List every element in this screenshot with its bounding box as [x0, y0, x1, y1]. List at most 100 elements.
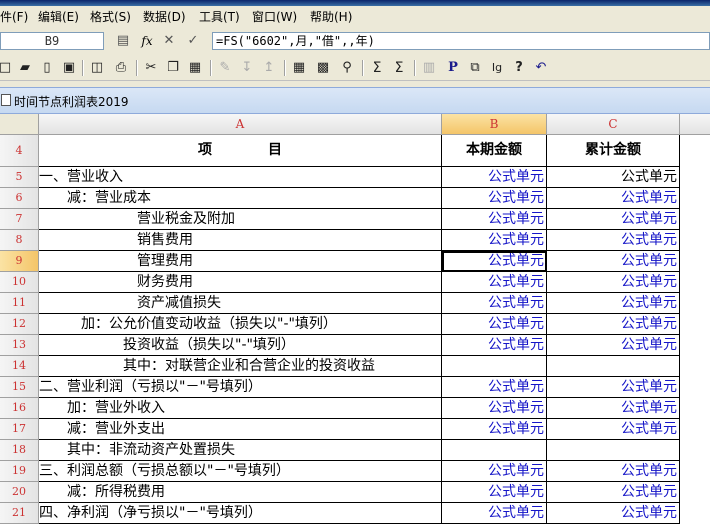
- menu-format[interactable]: 格式(S): [90, 9, 131, 25]
- item-cell[interactable]: 营业税金及附加: [39, 209, 442, 230]
- print-preview-icon[interactable]: ◫: [88, 59, 106, 77]
- menu-help[interactable]: 帮助(H): [310, 9, 352, 25]
- item-cell[interactable]: 管理费用: [39, 251, 442, 272]
- paste-icon[interactable]: ▦: [186, 59, 204, 77]
- current-amount-cell[interactable]: 公式单元: [442, 335, 547, 356]
- row-header[interactable]: 17: [0, 419, 39, 440]
- cumulative-amount-cell[interactable]: [547, 356, 680, 377]
- current-amount-cell[interactable]: 公式单元: [442, 377, 547, 398]
- cumulative-amount-cell[interactable]: 公式单元: [547, 314, 680, 335]
- item-cell[interactable]: 其中：对联营企业和合营企业的投资收益: [39, 356, 442, 377]
- document-icon[interactable]: ▯: [38, 59, 56, 77]
- row-header[interactable]: 9: [0, 251, 39, 272]
- menu-tools[interactable]: 工具(T): [199, 9, 240, 25]
- sort-ascending-icon[interactable]: ↧: [238, 59, 256, 77]
- row-header[interactable]: 6: [0, 188, 39, 209]
- cumulative-amount-cell[interactable]: 公式单元: [547, 461, 680, 482]
- grid-icon[interactable]: ▩: [314, 59, 332, 77]
- row-header[interactable]: 18: [0, 440, 39, 461]
- format-painter-icon[interactable]: ✎: [216, 59, 234, 77]
- row-header[interactable]: 11: [0, 293, 39, 314]
- cumulative-amount-cell[interactable]: 公式单元: [547, 335, 680, 356]
- row-header[interactable]: 5: [0, 167, 39, 188]
- row-header[interactable]: 16: [0, 398, 39, 419]
- row-header[interactable]: 14: [0, 356, 39, 377]
- print-icon[interactable]: ⎙: [112, 59, 130, 77]
- item-cell[interactable]: 三、利润总额（亏损总额以"－"号填列）: [39, 461, 442, 482]
- cumulative-amount-cell[interactable]: 公式单元: [547, 272, 680, 293]
- save-icon[interactable]: ▣: [60, 59, 78, 77]
- find-icon[interactable]: ⚲: [338, 59, 356, 77]
- row-header[interactable]: 8: [0, 230, 39, 251]
- item-cell[interactable]: 其中：非流动资产处置损失: [39, 440, 442, 461]
- table-icon[interactable]: ▦: [290, 59, 308, 77]
- row-header[interactable]: 15: [0, 377, 39, 398]
- cumulative-amount-cell[interactable]: 公式单元: [547, 398, 680, 419]
- current-amount-cell[interactable]: 公式单元: [442, 461, 547, 482]
- cumulative-amount-cell[interactable]: 公式单元: [547, 293, 680, 314]
- cumulative-amount-cell[interactable]: 公式单元: [547, 167, 680, 188]
- cumulative-amount-cell[interactable]: 公式单元: [547, 377, 680, 398]
- sum-icon[interactable]: Σ: [368, 59, 386, 77]
- row-header[interactable]: 12: [0, 314, 39, 335]
- item-cell[interactable]: 资产减值损失: [39, 293, 442, 314]
- header-current-amount-cell[interactable]: 本期金额: [442, 135, 547, 167]
- current-amount-cell[interactable]: [442, 356, 547, 377]
- document-tab[interactable]: 时间节点利润表2019: [0, 87, 710, 114]
- cumulative-amount-cell[interactable]: 公式单元: [547, 482, 680, 503]
- current-amount-cell[interactable]: 公式单元: [442, 230, 547, 251]
- row-header[interactable]: 21: [0, 503, 39, 524]
- function-icon[interactable]: fx: [138, 33, 156, 49]
- row-header[interactable]: 10: [0, 272, 39, 293]
- selected-cell[interactable]: 公式单元: [442, 251, 547, 272]
- cumulative-amount-cell[interactable]: 公式单元: [547, 251, 680, 272]
- current-amount-cell[interactable]: 公式单元: [442, 314, 547, 335]
- chart-icon[interactable]: ▥: [420, 59, 438, 77]
- cumulative-amount-cell[interactable]: 公式单元: [547, 230, 680, 251]
- menu-edit[interactable]: 编辑(E): [38, 9, 79, 25]
- undo-icon[interactable]: ↶: [532, 59, 550, 77]
- calculator-icon[interactable]: ▤: [114, 33, 132, 49]
- cumulative-amount-cell[interactable]: 公式单元: [547, 188, 680, 209]
- cumulative-amount-cell[interactable]: [547, 440, 680, 461]
- column-header-b[interactable]: B: [442, 114, 547, 135]
- new-file-icon[interactable]: □: [0, 59, 14, 77]
- log-icon[interactable]: Ig: [488, 59, 506, 77]
- current-amount-cell[interactable]: 公式单元: [442, 398, 547, 419]
- open-folder-icon[interactable]: ▰: [16, 59, 34, 77]
- formula-input[interactable]: =FS("6602",月,"借",,年): [212, 32, 710, 50]
- header-cumulative-amount-cell[interactable]: 累计金额: [547, 135, 680, 167]
- item-cell[interactable]: 一、营业收入: [39, 167, 442, 188]
- column-header-c[interactable]: C: [547, 114, 680, 135]
- menu-data[interactable]: 数据(D): [143, 9, 186, 25]
- menu-window[interactable]: 窗口(W): [252, 9, 297, 25]
- current-amount-cell[interactable]: 公式单元: [442, 167, 547, 188]
- cumulative-amount-cell[interactable]: 公式单元: [547, 419, 680, 440]
- current-amount-cell[interactable]: 公式单元: [442, 209, 547, 230]
- item-cell[interactable]: 销售费用: [39, 230, 442, 251]
- item-cell[interactable]: 减：营业成本: [39, 188, 442, 209]
- row-header[interactable]: 20: [0, 482, 39, 503]
- cut-icon[interactable]: ✂: [142, 59, 160, 77]
- confirm-icon[interactable]: ✓: [184, 33, 202, 49]
- current-amount-cell[interactable]: 公式单元: [442, 419, 547, 440]
- current-amount-cell[interactable]: 公式单元: [442, 272, 547, 293]
- menu-file[interactable]: 件(F): [0, 9, 28, 25]
- item-cell[interactable]: 投资收益（损失以"-"填列）: [39, 335, 442, 356]
- row-header[interactable]: 4: [0, 135, 39, 167]
- item-cell[interactable]: 四、净利润（净亏损以"－"号填列）: [39, 503, 442, 524]
- copy-format-icon[interactable]: ⧉: [466, 59, 484, 77]
- cancel-icon[interactable]: ✕: [160, 33, 178, 49]
- copy-icon[interactable]: ❐: [164, 59, 182, 77]
- select-all-corner[interactable]: [0, 114, 39, 135]
- current-amount-cell[interactable]: 公式单元: [442, 188, 547, 209]
- header-item-cell[interactable]: 项 目: [39, 135, 442, 167]
- item-cell[interactable]: 财务费用: [39, 272, 442, 293]
- item-cell[interactable]: 加：营业外收入: [39, 398, 442, 419]
- row-header[interactable]: 19: [0, 461, 39, 482]
- properties-icon[interactable]: P: [444, 59, 462, 77]
- current-amount-cell[interactable]: [442, 440, 547, 461]
- column-header-d[interactable]: [680, 114, 710, 135]
- column-header-a[interactable]: A: [39, 114, 442, 135]
- item-cell[interactable]: 加：公允价值变动收益（损失以"-"填列）: [39, 314, 442, 335]
